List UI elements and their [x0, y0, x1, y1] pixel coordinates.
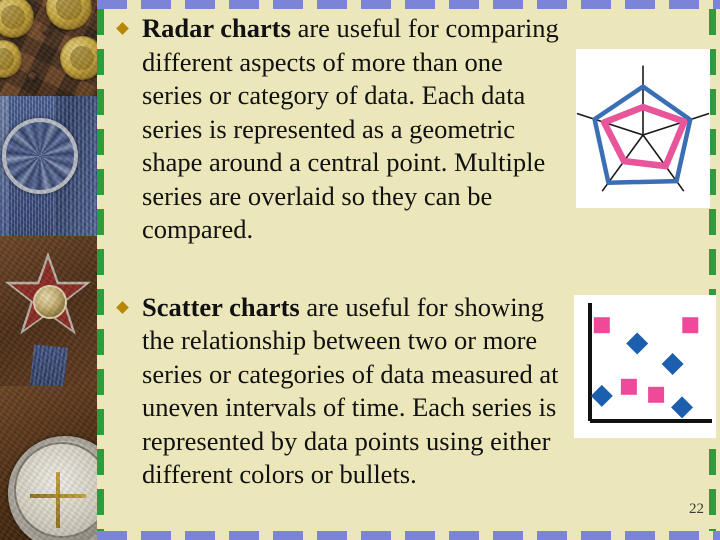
- decorative-photo-strip: [0, 0, 97, 540]
- bullet-item-scatter: Scatter charts are useful for showing th…: [112, 291, 564, 492]
- bullet-lead-text: Scatter charts: [142, 291, 300, 322]
- diamond-bullet-icon: [116, 22, 129, 35]
- slide-canvas: Radar charts are useful for comparing di…: [0, 0, 720, 540]
- scatter-marker-diamond: [590, 384, 613, 407]
- diamond-bullet-icon: [116, 300, 129, 314]
- rosette-shape: [2, 118, 78, 194]
- compass-needle-vertical: [56, 472, 60, 528]
- scatter-marker-square: [620, 378, 637, 395]
- radar-chart-image: [576, 49, 710, 208]
- dashed-border-right: [709, 9, 716, 531]
- compass-needle-horizontal: [30, 494, 86, 498]
- scatter-marker-square: [648, 386, 665, 403]
- bullet-item-radar: Radar charts are useful for comparing di…: [112, 12, 564, 247]
- dashed-border-top: [97, 0, 720, 9]
- scatter-marker-square: [593, 317, 610, 334]
- scatter-marker-diamond: [671, 396, 694, 419]
- medal-hub: [33, 285, 67, 319]
- dashed-border-bottom: [97, 531, 720, 540]
- bullet-paragraph: Radar charts are useful for comparing di…: [142, 12, 564, 247]
- scatter-marker-square: [682, 317, 699, 334]
- scatter-chart-image: [574, 295, 716, 438]
- coin-shape: [60, 36, 97, 80]
- nail-shape: [42, 26, 51, 35]
- slide-content: Radar charts are useful for comparing di…: [112, 12, 564, 492]
- page-number: 22: [689, 501, 704, 517]
- scatter-marker-diamond: [661, 353, 684, 375]
- bullet-paragraph: Scatter charts are useful for showing th…: [142, 291, 564, 492]
- scatter-chart-svg: [588, 303, 712, 423]
- bullet-body-text: are useful for comparing different aspec…: [142, 13, 559, 244]
- scatter-marker-diamond: [626, 332, 649, 355]
- bullet-lead-text: Radar charts: [142, 13, 291, 43]
- radar-chart-svg: [576, 65, 710, 192]
- nail-shape: [28, 72, 37, 81]
- dashed-border-left: [97, 9, 104, 531]
